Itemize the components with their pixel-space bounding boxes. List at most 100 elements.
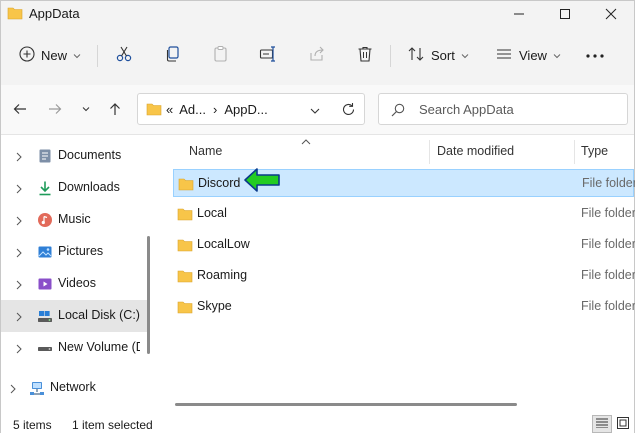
rename-button[interactable] (259, 41, 277, 69)
nav-item-music[interactable]: Music (1, 204, 147, 236)
column-header-type[interactable]: Type (581, 136, 608, 166)
column-header-name[interactable]: Name (189, 136, 222, 166)
chevron-right-icon[interactable] (16, 215, 22, 229)
nav-item-pictures[interactable]: Pictures (1, 236, 147, 268)
file-name: Roaming (197, 268, 248, 282)
sort-icon (407, 45, 425, 66)
address-bar[interactable]: « Ad... › AppD... (137, 93, 365, 125)
back-button[interactable] (11, 100, 29, 118)
delete-button[interactable] (356, 41, 374, 69)
chevron-right-icon[interactable] (16, 183, 22, 197)
status-bar: 5 items 1 item selected (1, 414, 634, 433)
details-view-icon (596, 417, 608, 431)
nav-item-label: Local Disk (C:) (58, 308, 140, 322)
chevron-right-icon[interactable] (16, 151, 22, 165)
file-name: LocalLow (197, 237, 250, 251)
file-list-pane: Name Date modified Type Discord File fol… (159, 134, 635, 414)
downloads-icon (37, 180, 53, 196)
file-name: Local (197, 206, 227, 220)
breadcrumb-item[interactable]: Ad... (179, 102, 206, 117)
folder-icon (177, 269, 193, 286)
paste-icon (212, 45, 230, 66)
new-button[interactable]: New (19, 41, 81, 69)
share-button[interactable] (308, 41, 326, 69)
nav-item-local-disk-c[interactable]: Local Disk (C:) (1, 300, 147, 332)
chevron-down-icon (461, 48, 469, 62)
folder-icon (177, 238, 193, 255)
chevron-right-icon[interactable] (16, 343, 22, 357)
chevron-down-icon[interactable] (310, 104, 320, 118)
view-button[interactable]: View (495, 41, 561, 69)
sort-label: Sort (431, 47, 455, 63)
view-icon (495, 45, 513, 66)
rename-icon (259, 45, 277, 66)
chevron-right-icon[interactable] (16, 279, 22, 293)
nav-item-label: Downloads (58, 180, 120, 194)
breadcrumb-overflow[interactable]: « (166, 102, 173, 117)
column-header-name-label: Name (189, 144, 223, 158)
close-button[interactable] (588, 1, 634, 27)
nav-item-network[interactable]: Network (1, 372, 147, 404)
column-header-date-modified[interactable]: Date modified (437, 136, 514, 166)
green-arrow-annotation-icon (243, 167, 283, 196)
file-row-locallow[interactable]: LocalLow File folder (173, 231, 635, 259)
chevron-down-icon (73, 48, 81, 62)
pictures-icon (37, 244, 53, 260)
chevron-right-icon[interactable] (10, 383, 16, 397)
cut-button[interactable] (115, 41, 133, 69)
selection-status: 1 item selected (72, 418, 153, 432)
chevron-right-icon[interactable] (16, 311, 22, 325)
maximize-button[interactable] (542, 1, 588, 27)
nav-item-new-volume-d[interactable]: New Volume (D:) (1, 332, 147, 364)
nav-item-label: Music (58, 212, 91, 226)
search-icon (391, 103, 405, 120)
forward-button[interactable] (46, 100, 64, 118)
folder-icon (7, 6, 23, 23)
details-view-button[interactable] (592, 415, 612, 433)
videos-icon (37, 276, 53, 292)
cut-icon (115, 45, 133, 66)
horizontal-scrollbar[interactable] (175, 403, 517, 406)
breadcrumb-item[interactable]: AppD... (224, 102, 267, 117)
folder-icon (178, 177, 194, 194)
documents-icon (37, 148, 53, 164)
nav-item-label: Network (50, 380, 96, 394)
drive-icon (37, 308, 53, 324)
sort-button[interactable]: Sort (407, 41, 469, 69)
more-options-button[interactable] (585, 41, 605, 69)
nav-item-documents[interactable]: Documents (1, 140, 147, 172)
chevron-down-icon (553, 48, 561, 62)
delete-icon (356, 45, 374, 66)
recent-locations-button[interactable] (77, 100, 95, 118)
breadcrumb-separator[interactable]: › (213, 102, 217, 117)
file-type: File folder (581, 237, 635, 251)
address-row: « Ad... › AppD... Search AppData (1, 85, 634, 135)
chevron-right-icon[interactable] (16, 247, 22, 261)
vertical-scrollbar[interactable] (147, 236, 150, 354)
refresh-icon[interactable] (341, 102, 356, 120)
nav-item-downloads[interactable]: Downloads (1, 172, 147, 204)
file-row-local[interactable]: Local File folder (173, 200, 635, 228)
column-divider[interactable] (574, 140, 575, 164)
copy-button[interactable] (164, 41, 182, 69)
nav-item-label: Pictures (58, 244, 104, 258)
file-row-roaming[interactable]: Roaming File folder (173, 262, 635, 290)
search-input[interactable]: Search AppData (419, 102, 514, 117)
column-divider[interactable] (429, 140, 430, 164)
column-header-type-label: Type (581, 144, 609, 158)
file-type: File folder (581, 299, 635, 313)
new-label: New (41, 47, 68, 63)
file-row-skype[interactable]: Skype File folder (173, 293, 635, 321)
nav-item-label: Videos (58, 276, 96, 290)
column-header-date-label: Date modified (437, 144, 515, 158)
tiles-view-button[interactable] (613, 415, 633, 433)
search-box[interactable]: Search AppData (378, 93, 628, 125)
toolbar-divider (390, 45, 391, 67)
up-button[interactable] (106, 100, 124, 118)
minimize-button[interactable] (496, 1, 542, 27)
network-icon (29, 380, 45, 396)
paste-button[interactable] (212, 41, 230, 69)
nav-item-videos[interactable]: Videos (1, 268, 147, 300)
copy-icon (164, 45, 182, 66)
sort-ascending-icon (301, 134, 311, 148)
